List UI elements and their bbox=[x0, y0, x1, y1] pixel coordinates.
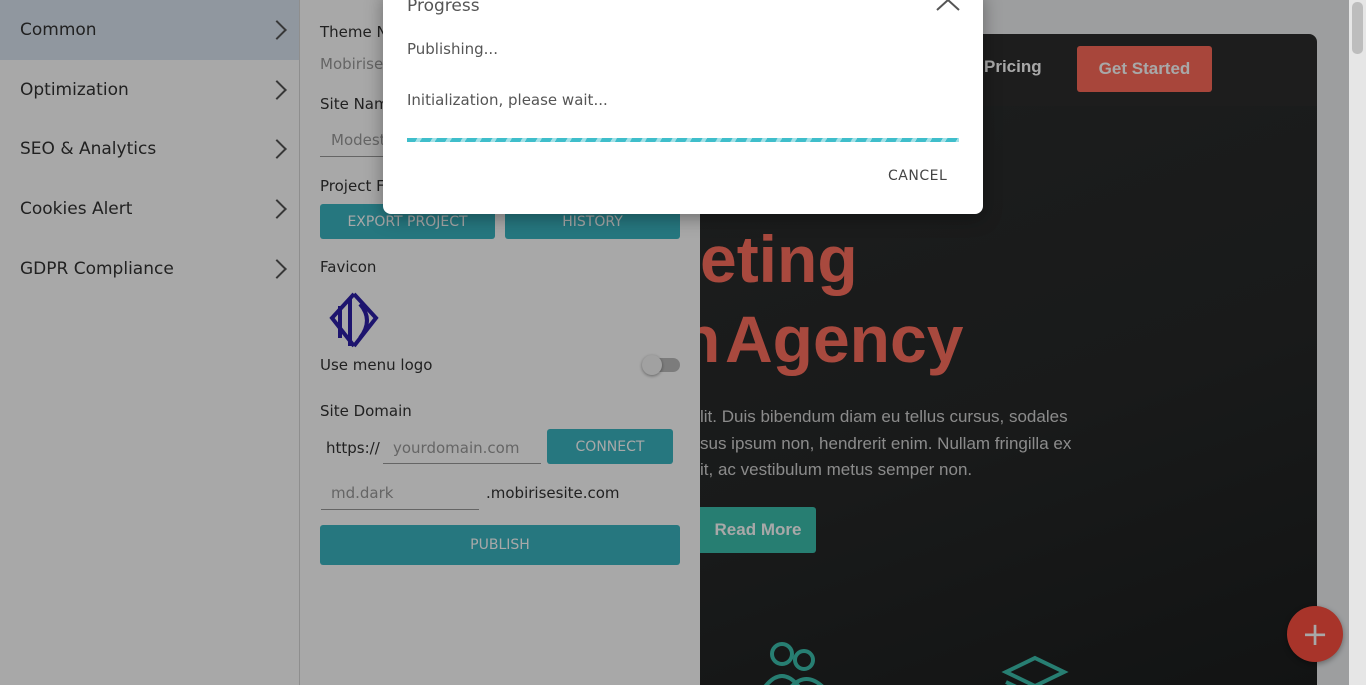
close-icon[interactable] bbox=[935, 0, 961, 18]
scrollbar-thumb[interactable] bbox=[1352, 2, 1363, 54]
dialog-message: Initialization, please wait... bbox=[407, 91, 608, 109]
progress-dialog: Progress Publishing... Initialization, p… bbox=[383, 0, 983, 214]
cancel-button[interactable]: CANCEL bbox=[888, 168, 947, 184]
dialog-status: Publishing... bbox=[407, 40, 498, 58]
publish-progress-bar bbox=[407, 138, 959, 142]
page-scrollbar[interactable] bbox=[1349, 0, 1366, 685]
dialog-title: Progress bbox=[407, 0, 480, 16]
